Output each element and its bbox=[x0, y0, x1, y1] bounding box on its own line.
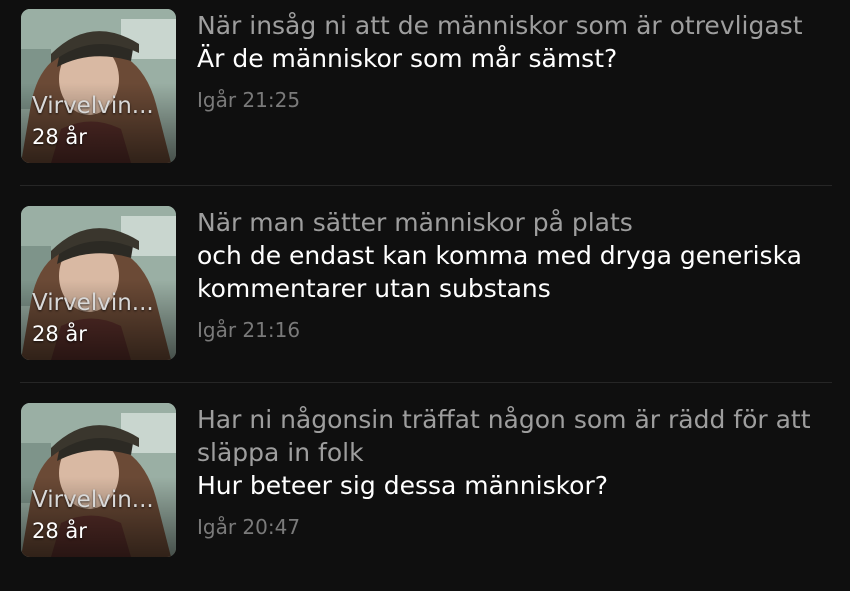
post-content: När insåg ni att de människor som är otr… bbox=[197, 9, 832, 112]
author-age: 28 år bbox=[32, 519, 87, 543]
post-content: När man sätter människor på plats och de… bbox=[197, 206, 832, 342]
post-timestamp: Igår 21:25 bbox=[197, 88, 301, 112]
post-item[interactable]: Virvelvin... 28 år När man sätter männis… bbox=[0, 197, 850, 394]
divider bbox=[20, 382, 832, 383]
post-item[interactable]: Virvelvin... 28 år Har ni någonsin träff… bbox=[0, 394, 850, 591]
author-age: 28 år bbox=[32, 322, 87, 346]
author-name: Virvelvin... bbox=[32, 487, 154, 513]
author-avatar[interactable]: Virvelvin... 28 år bbox=[21, 206, 176, 360]
post-body: Är de människor som mår sämst? bbox=[197, 44, 618, 73]
author-avatar[interactable]: Virvelvin... 28 år bbox=[21, 403, 176, 557]
divider bbox=[20, 185, 832, 186]
author-name: Virvelvin... bbox=[32, 93, 154, 119]
post-timestamp: Igår 21:16 bbox=[197, 318, 301, 342]
post-title: När insåg ni att de människor som är otr… bbox=[197, 11, 803, 40]
post-body: Hur beteer sig dessa människor? bbox=[197, 471, 609, 500]
author-age: 28 år bbox=[32, 125, 87, 149]
post-body: och de endast kan komma med dryga generi… bbox=[197, 241, 802, 303]
post-title: När man sätter människor på plats bbox=[197, 208, 633, 237]
post-content: Har ni någonsin träffat någon som är räd… bbox=[197, 403, 832, 539]
author-avatar[interactable]: Virvelvin... 28 år bbox=[21, 9, 176, 163]
post-title: Har ni någonsin träffat någon som är räd… bbox=[197, 405, 811, 467]
author-name: Virvelvin... bbox=[32, 290, 154, 316]
post-timestamp: Igår 20:47 bbox=[197, 515, 301, 539]
post-feed: Virvelvin... 28 år När insåg ni att de m… bbox=[0, 0, 850, 567]
post-item[interactable]: Virvelvin... 28 år När insåg ni att de m… bbox=[0, 0, 850, 197]
